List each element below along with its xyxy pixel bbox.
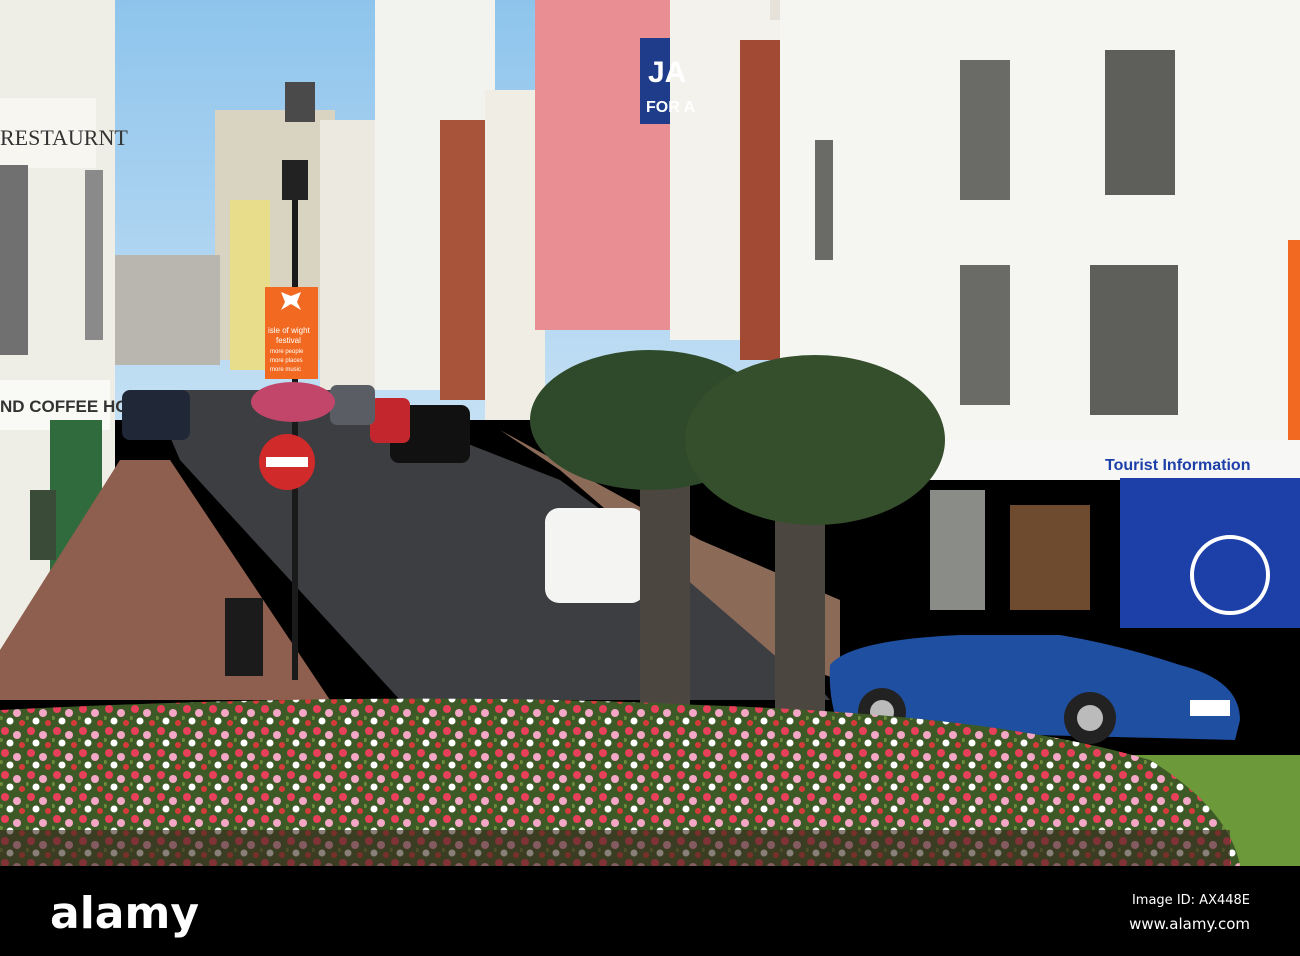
no-entry-sign: [259, 434, 315, 490]
festival-banner: isle of wight festival more people more …: [265, 287, 318, 379]
litter-bin: [225, 598, 263, 676]
hanging-basket: [251, 382, 335, 422]
festival-line-3: more music: [270, 367, 301, 373]
coffee-house-sign: ND COFFEE HO: [0, 397, 128, 416]
right-building: [780, 0, 1300, 628]
festival-line-1: more people: [270, 349, 304, 355]
alamy-website[interactable]: www.alamy.com: [1129, 915, 1250, 933]
festival-title-2: festival: [276, 336, 301, 345]
alamy-logo: alamy: [50, 888, 199, 939]
restaurant-sign: RESTAURNT: [0, 125, 128, 150]
blue-sign-text-1: JA: [648, 56, 686, 89]
festival-line-2: more places: [270, 358, 303, 364]
blue-sign-text-2: FOR A: [646, 99, 696, 116]
tourist-information-sign: Tourist Information: [1105, 457, 1250, 474]
street-photo: JA FOR A RESTAURNT ND COFFEE HO Tourist …: [0, 0, 1300, 956]
festival-title-1: isle of wight: [268, 326, 311, 335]
image-id: Image ID: AX448E: [1132, 893, 1250, 908]
